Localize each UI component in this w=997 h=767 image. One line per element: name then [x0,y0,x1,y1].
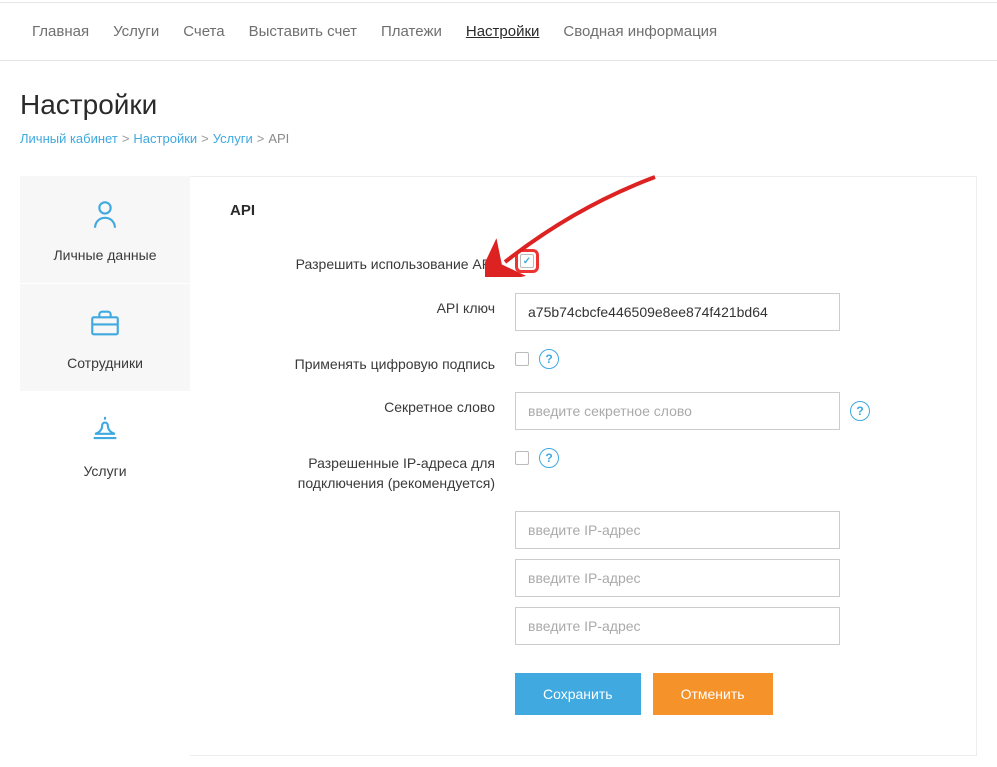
nav-item[interactable]: Платежи [369,3,454,60]
top-navigation: ГлавнаяУслугиСчетаВыставить счетПлатежиН… [0,2,997,61]
breadcrumb-separator: > [257,131,265,146]
allowed-ip-label: Разрешенные IP-адреса для подключения (р… [230,448,515,493]
allow-api-highlight [515,249,539,273]
sidebar-item-personal[interactable]: Личные данные [20,176,190,284]
save-button[interactable]: Сохранить [515,673,641,715]
allow-api-label: Разрешить использование API [230,249,515,275]
section-title-api: API [230,202,946,219]
sidebar-item-label: Личные данные [53,247,156,263]
nav-item[interactable]: Счета [171,3,236,60]
ip-address-input[interactable] [515,559,840,597]
nav-item[interactable]: Сводная информация [551,3,729,60]
breadcrumb-separator: > [201,131,209,146]
digital-sign-checkbox[interactable] [515,352,529,366]
api-key-input[interactable] [515,293,840,331]
cancel-button[interactable]: Отменить [653,673,773,715]
briefcase-icon [30,306,180,345]
breadcrumb-item[interactable]: Личный кабинет [20,131,118,146]
sidebar-item-label: Услуги [83,463,126,479]
breadcrumb-item: API [268,131,289,146]
digital-sign-label: Применять цифровую подпись [230,349,515,375]
settings-sidebar: Личные данные Сотрудники Услуги [20,176,190,756]
help-icon[interactable]: ? [850,401,870,421]
breadcrumb-separator: > [122,131,130,146]
sidebar-item-label: Сотрудники [67,355,143,371]
api-key-label: API ключ [230,293,515,319]
ip-address-input[interactable] [515,607,840,645]
nav-item[interactable]: Услуги [101,3,171,60]
secret-label: Секретное слово [230,392,515,418]
page-title: Настройки [0,61,997,131]
nav-item[interactable]: Выставить счет [237,3,369,60]
nav-item[interactable]: Главная [20,3,101,60]
help-icon[interactable]: ? [539,349,559,369]
allow-api-checkbox[interactable] [520,254,534,268]
nav-item[interactable]: Настройки [454,3,552,60]
allowed-ip-checkbox[interactable] [515,451,529,465]
breadcrumb: Личный кабинет>Настройки>Услуги>API [0,131,997,176]
sidebar-item-services[interactable]: Услуги [20,392,190,500]
sidebar-item-employees[interactable]: Сотрудники [20,284,190,392]
secret-input[interactable] [515,392,840,430]
settings-content: API Разрешить использование API API ключ… [190,176,977,756]
ip-address-input[interactable] [515,511,840,549]
bell-icon [30,414,180,453]
breadcrumb-item[interactable]: Настройки [133,131,197,146]
person-icon [30,198,180,237]
breadcrumb-item[interactable]: Услуги [213,131,253,146]
help-icon[interactable]: ? [539,448,559,468]
